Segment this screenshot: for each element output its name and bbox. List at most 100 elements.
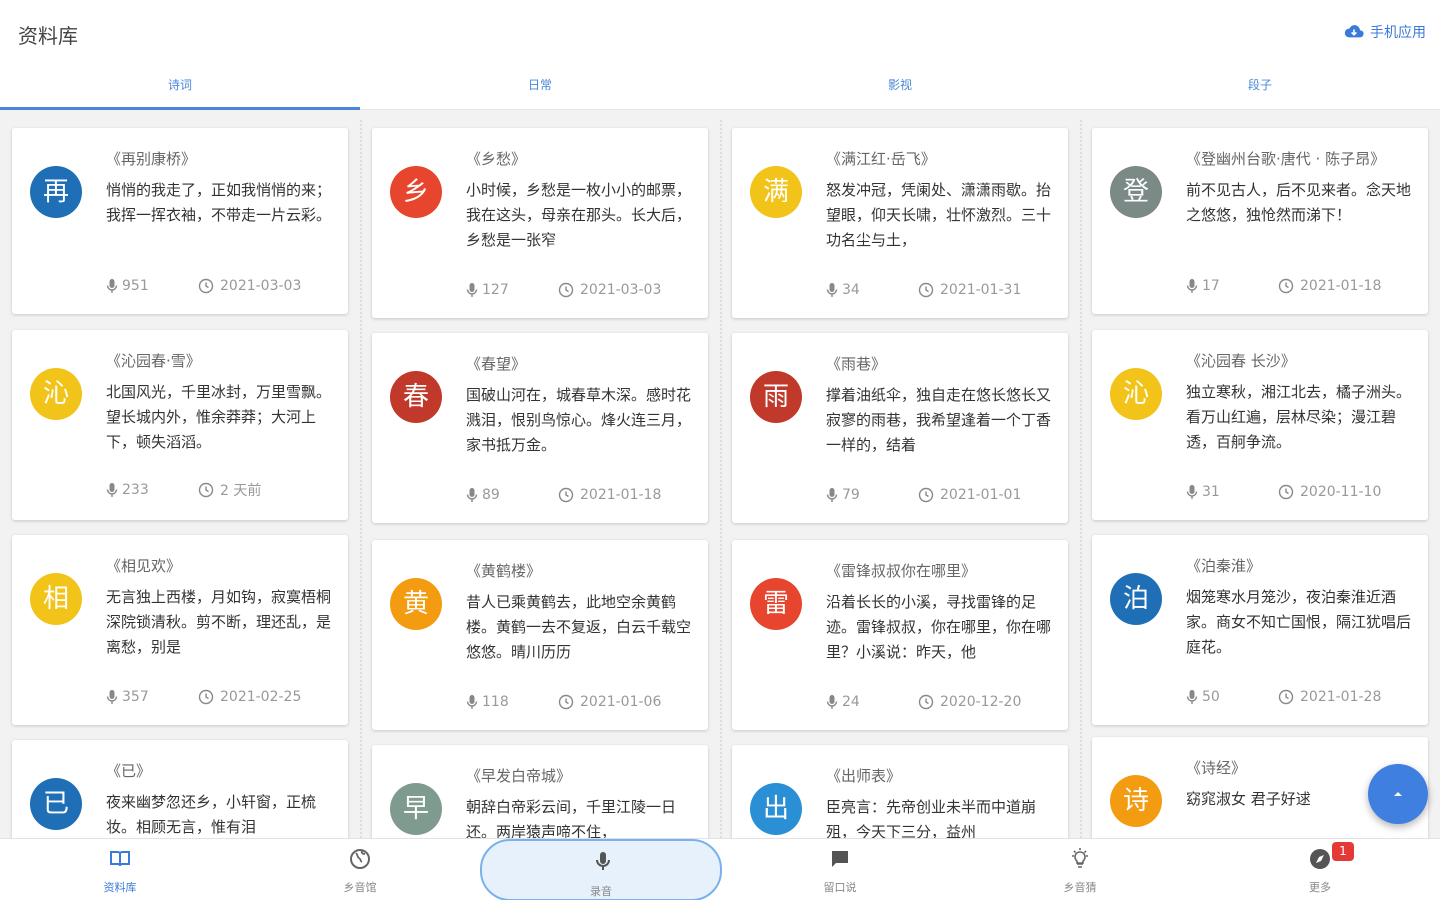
card-meta: 951 2021-03-03	[106, 278, 301, 294]
clock-icon	[558, 487, 574, 503]
clock-icon	[198, 689, 214, 705]
card-title: 《雨巷》	[826, 355, 887, 373]
card-title: 《乡愁》	[466, 150, 527, 168]
tab-poetry[interactable]: 诗词	[0, 62, 360, 110]
poem-card[interactable]: 乡 《乡愁》 小时候，乡愁是一枚小小的邮票，我在这头，母亲在那头。长大后，乡愁是…	[372, 128, 708, 318]
play-count: 127	[466, 282, 558, 298]
scroll-top-button[interactable]	[1368, 764, 1428, 824]
microphone-icon	[466, 283, 478, 297]
play-count-value: 31	[1202, 484, 1220, 500]
card-date: 2021-01-06	[558, 694, 661, 710]
card-column: 满 《满江红·岳飞》 怒发冲冠，凭阑处、潇潇雨歇。抬望眼，仰天长啸，壮怀激烈。三…	[720, 110, 1080, 838]
clock-icon	[918, 694, 934, 710]
poem-card[interactable]: 已 《已》 夜来幽梦忽还乡，小轩窗，正梳妆。相顾无言，惟有泪	[12, 740, 348, 838]
card-meta: 17 2021-01-18	[1186, 278, 1381, 294]
play-count-value: 118	[482, 694, 509, 710]
microphone-icon	[106, 279, 118, 293]
card-date: 2 天前	[198, 480, 261, 500]
nav-forum-label: 留口说	[823, 881, 857, 894]
tab-jokes[interactable]: 段子	[1080, 62, 1440, 109]
poem-card[interactable]: 沁 《沁园春 长沙》 独立寒秋，湘江北去，橘子洲头。看万山红遍，层林尽染；漫江碧…	[1092, 330, 1428, 520]
nav-more[interactable]: 更多	[1200, 839, 1440, 900]
card-column: 登 《登幽州台歌·唐代 · 陈子昂》 前不见古人，后不见来者。念天地之悠悠，独怆…	[1080, 110, 1440, 838]
poem-card[interactable]: 满 《满江红·岳飞》 怒发冲冠，凭阑处、潇潇雨歇。抬望眼，仰天长啸，壮怀激烈。三…	[732, 128, 1068, 318]
microphone-icon	[1186, 690, 1198, 704]
nav-forum[interactable]: 留口说	[720, 839, 960, 900]
card-date: 2021-02-25	[198, 689, 301, 705]
poem-card[interactable]: 雷 《雷锋叔叔你在哪里》 沿着长长的小溪，寻找雷锋的足迹。雷锋叔叔，你在哪里，你…	[732, 540, 1068, 730]
play-count: 951	[106, 278, 198, 294]
poem-card[interactable]: 登 《登幽州台歌·唐代 · 陈子昂》 前不见古人，后不见来者。念天地之悠悠，独怆…	[1092, 128, 1428, 314]
poem-card[interactable]: 再 《再别康桥》 悄悄的我走了，正如我悄悄的来；我挥一挥衣袖，不带走一片云彩。 …	[12, 128, 348, 314]
card-title: 《登幽州台歌·唐代 · 陈子昂》	[1186, 150, 1386, 168]
card-date-value: 2021-01-28	[1300, 689, 1382, 705]
card-avatar: 泊	[1110, 573, 1162, 625]
play-count: 79	[826, 487, 918, 503]
clock-icon	[1278, 689, 1294, 705]
clock-icon	[1278, 484, 1294, 500]
nav-more-label: 更多	[1309, 881, 1331, 894]
page-title: 资料库	[18, 24, 78, 48]
card-excerpt: 国破山河在，城春草木深。感时花溅泪，恨别鸟惊心。烽火连三月，家书抵万金。	[466, 386, 692, 454]
card-date-value: 2021-03-03	[580, 282, 662, 298]
card-title: 《出师表》	[826, 767, 902, 785]
nav-record[interactable]: 录音	[480, 839, 722, 900]
card-avatar: 春	[390, 371, 442, 423]
card-grid: 再 《再别康桥》 悄悄的我走了，正如我悄悄的来；我挥一挥衣袖，不带走一片云彩。 …	[0, 110, 1440, 838]
chat-icon	[832, 851, 848, 867]
poem-card[interactable]: 泊 《泊秦淮》 烟笼寒水月笼沙，夜泊秦淮近酒家。商女不知亡国恨，隔江犹唱后庭花。…	[1092, 535, 1428, 725]
play-count: 31	[1186, 484, 1278, 500]
poem-card[interactable]: 早 《早发白帝城》 朝辞白帝彩云间，千里江陵一日还。两岸猿声啼不住，	[372, 745, 708, 838]
nav-library[interactable]: 资料库	[0, 839, 240, 900]
card-date: 2021-01-31	[918, 282, 1021, 298]
card-excerpt: 悄悄的我走了，正如我悄悄的来；我挥一挥衣袖，不带走一片云彩。	[106, 181, 332, 224]
card-date: 2021-03-03	[558, 282, 661, 298]
microphone-icon	[596, 852, 610, 870]
card-excerpt: 烟笼寒水月笼沙，夜泊秦淮近酒家。商女不知亡国恨，隔江犹唱后庭花。	[1186, 588, 1412, 656]
card-date-value: 2020-12-20	[940, 694, 1022, 710]
card-avatar: 诗	[1110, 775, 1162, 827]
microphone-icon	[466, 695, 478, 709]
card-date-value: 2021-01-01	[940, 487, 1022, 503]
card-title: 《满江红·岳飞》	[826, 150, 936, 168]
microphone-icon	[106, 483, 118, 497]
play-count: 34	[826, 282, 918, 298]
card-title: 《相见欢》	[106, 557, 182, 575]
play-count: 50	[1186, 689, 1278, 705]
play-count-value: 127	[482, 282, 509, 298]
poem-card[interactable]: 雨 《雨巷》 撑着油纸伞，独自走在悠长悠长又寂寥的雨巷，我希望逢着一个丁香一样的…	[732, 333, 1068, 523]
nav-explore[interactable]: 乡音馆	[240, 839, 480, 900]
card-avatar: 登	[1110, 166, 1162, 218]
play-count: 89	[466, 487, 558, 503]
tab-daily[interactable]: 日常	[360, 62, 720, 109]
nav-ideas[interactable]: 乡音猜	[960, 839, 1200, 900]
card-avatar: 已	[30, 778, 82, 830]
play-count-value: 50	[1202, 689, 1220, 705]
card-meta: 24 2020-12-20	[826, 694, 1021, 710]
poem-card[interactable]: 沁 《沁园春·雪》 北国风光，千里冰封，万里雪飘。望长城内外，惟余莽莽；大河上下…	[12, 330, 348, 520]
mobile-app-link[interactable]: 手机应用	[1344, 22, 1426, 42]
nav-explore-label: 乡音馆	[343, 881, 377, 894]
card-meta: 233 2 天前	[106, 480, 261, 500]
category-tabs: 诗词 日常 影视 段子	[0, 62, 1440, 110]
poem-card[interactable]: 相 《相见欢》 无言独上西楼，月如钩，寂寞梧桐深院锁清秋。剪不断，理还乱，是离愁…	[12, 535, 348, 725]
card-meta: 127 2021-03-03	[466, 282, 661, 298]
card-date-value: 2021-03-03	[220, 278, 302, 294]
poem-card[interactable]: 出 《出师表》 臣亮言：先帝创业未半而中道崩殂，今天下三分，益州	[732, 745, 1068, 838]
tab-film[interactable]: 影视	[720, 62, 1080, 109]
card-avatar: 雷	[750, 578, 802, 630]
clock-icon	[558, 694, 574, 710]
microphone-icon	[106, 690, 118, 704]
card-title: 《沁园春·雪》	[106, 352, 201, 370]
card-avatar: 黄	[390, 578, 442, 630]
poem-card[interactable]: 黄 《黄鹤楼》 昔人已乘黄鹤去，此地空余黄鹤楼。黄鹤一去不复返，白云千载空悠悠。…	[372, 540, 708, 730]
play-count-value: 89	[482, 487, 500, 503]
poem-card[interactable]: 春 《春望》 国破山河在，城春草木深。感时花溅泪，恨别鸟惊心。烽火连三月，家书抵…	[372, 333, 708, 523]
card-avatar: 出	[750, 783, 802, 835]
card-excerpt: 前不见古人，后不见来者。念天地之悠悠，独怆然而涕下！	[1186, 181, 1412, 224]
card-avatar: 乡	[390, 166, 442, 218]
bottom-navigation: 资料库 乡音馆 录音 留口说 乡音猜 更多 1	[0, 838, 1440, 900]
card-excerpt: 夜来幽梦忽还乡，小轩窗，正梳妆。相顾无言，惟有泪	[106, 793, 317, 836]
card-title: 《再别康桥》	[106, 150, 197, 168]
lightbulb-icon	[1072, 848, 1088, 868]
